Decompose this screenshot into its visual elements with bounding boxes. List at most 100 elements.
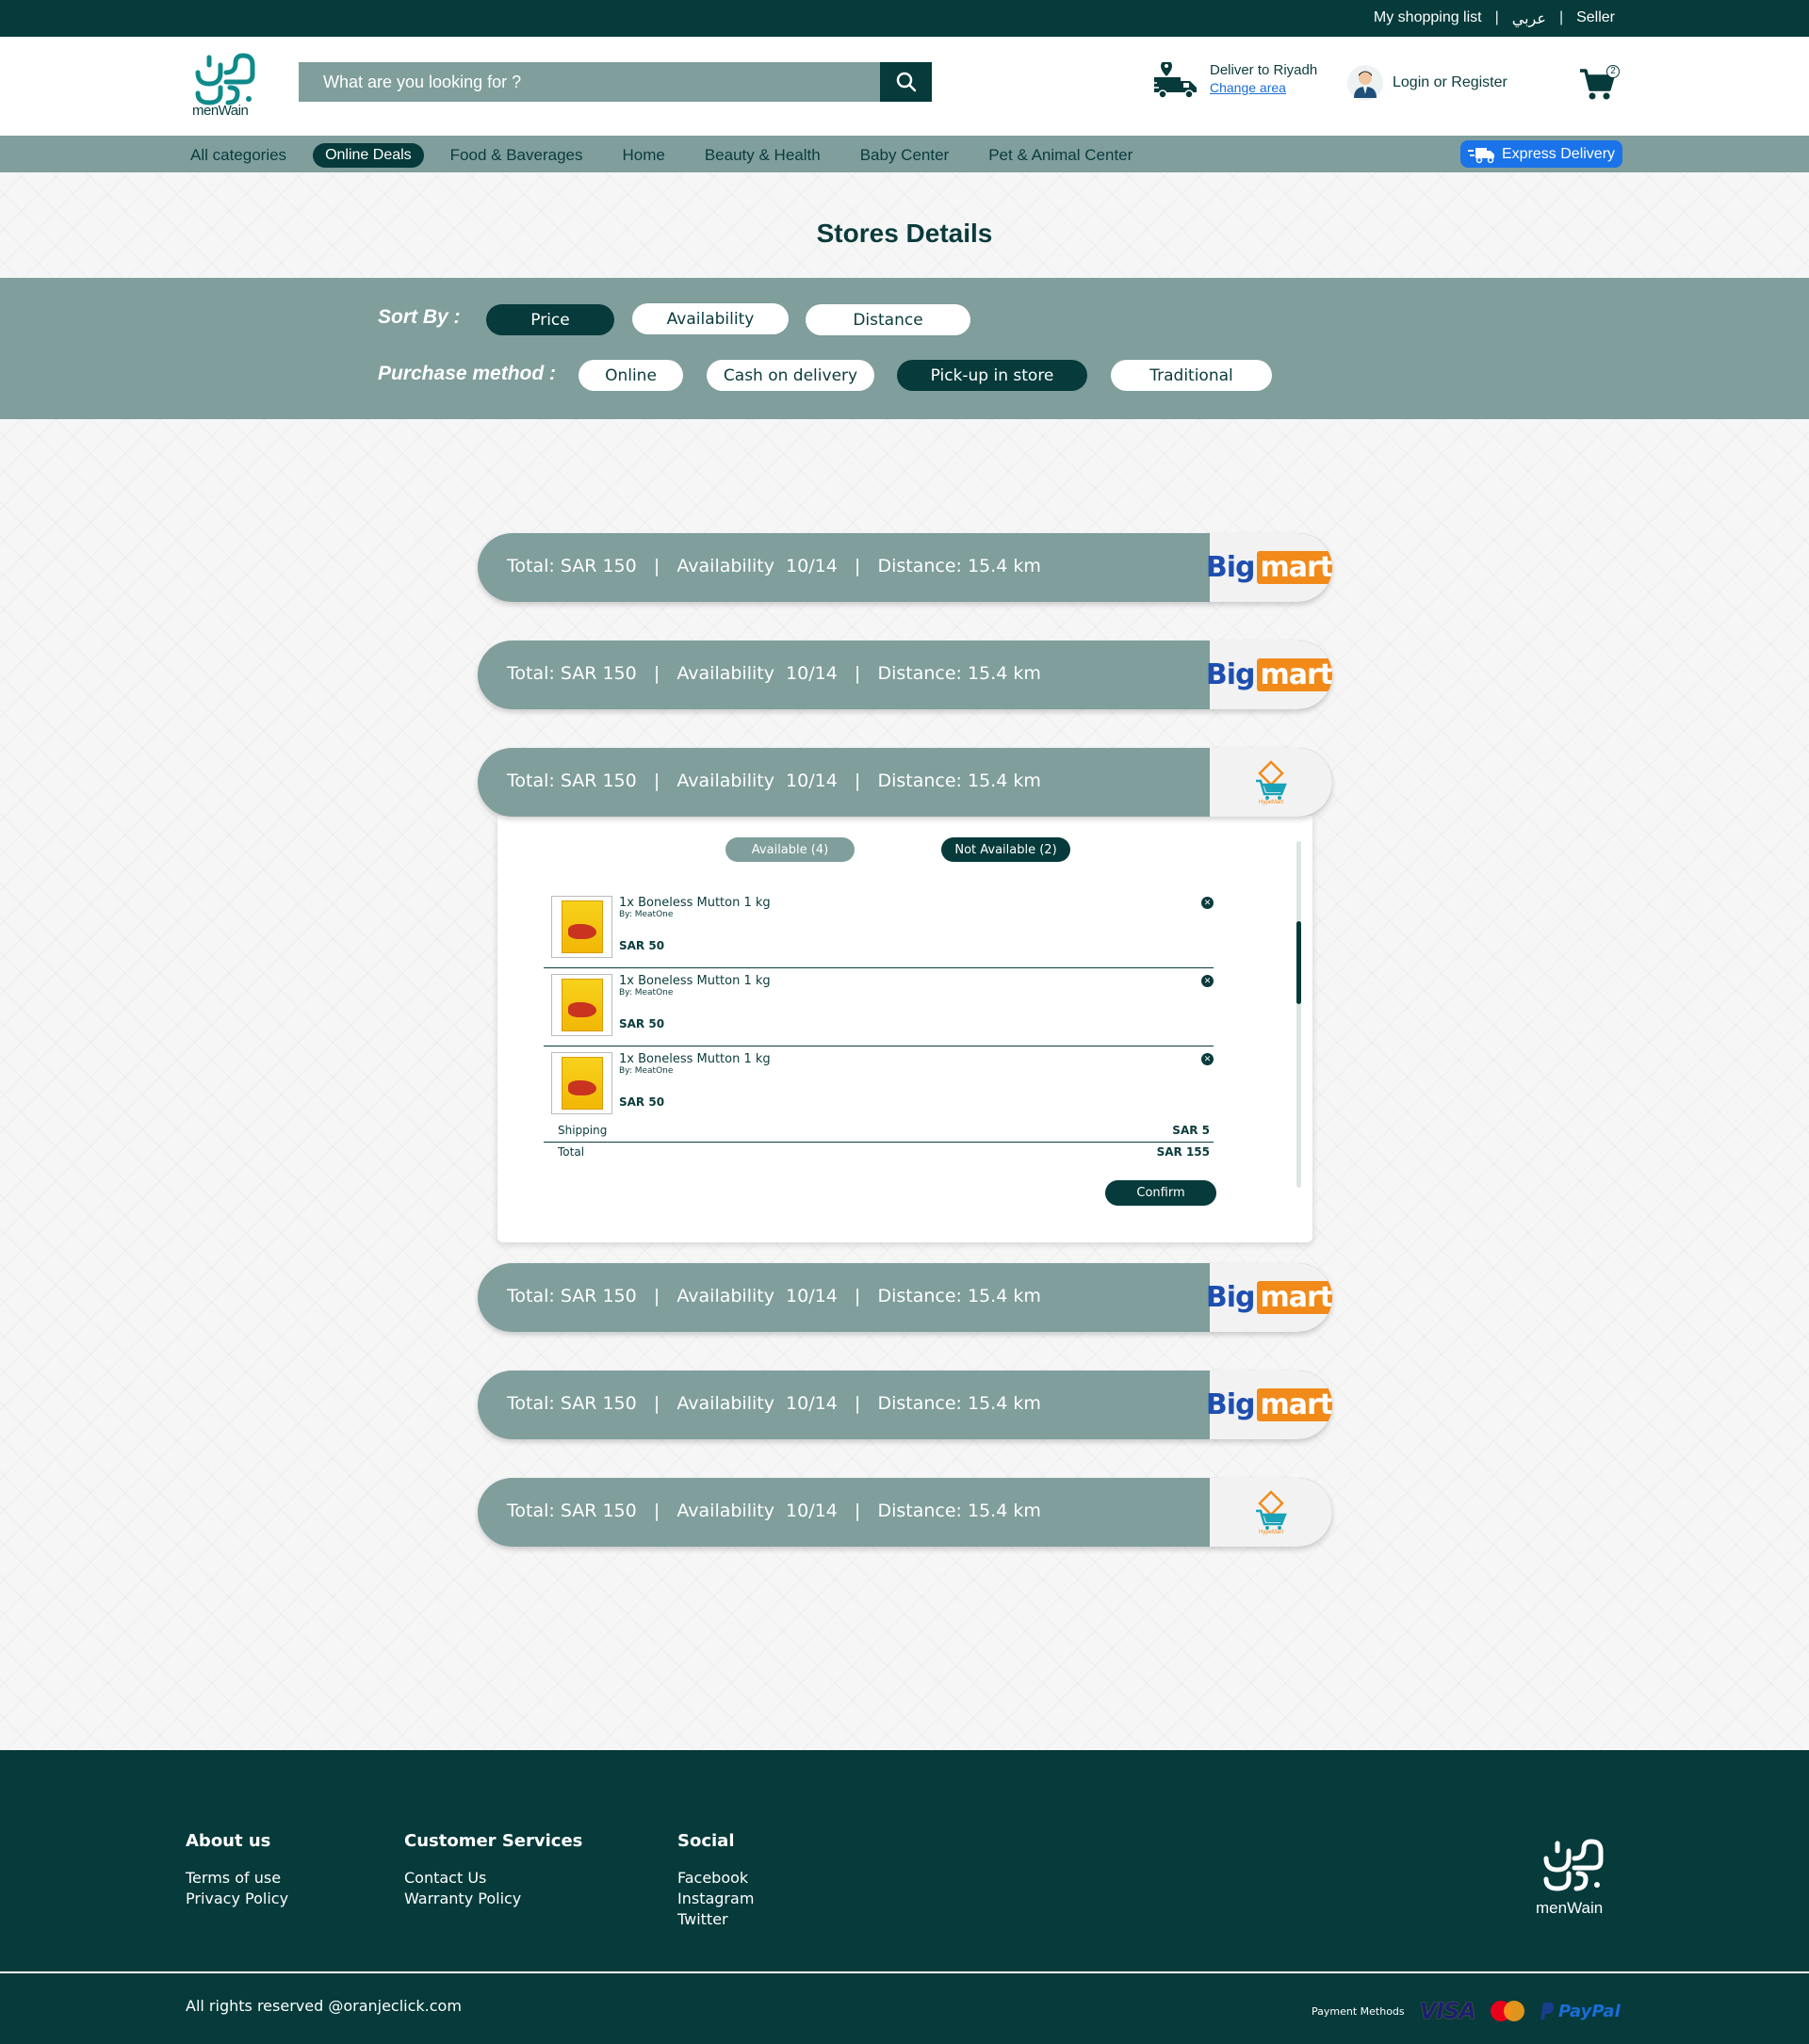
hypermart-caption: HypeMart (1258, 1529, 1283, 1535)
header: menWain Deliver to Riyadh Change area (0, 37, 1809, 136)
purchase-online-button[interactable]: Online (579, 360, 683, 391)
footer-link-warranty[interactable]: Warranty Policy (404, 1889, 582, 1909)
search-icon (896, 72, 916, 92)
store-row[interactable]: Total: SAR 150 | Availability 10/14 | Di… (478, 1371, 1332, 1439)
purchase-cash-on-delivery-button[interactable]: Cash on delivery (707, 360, 874, 391)
shipping-row: Shipping SAR 5 (544, 1122, 1214, 1143)
footer-logo[interactable]: menWain (1534, 1830, 1615, 1917)
footer-link-instagram[interactable]: Instagram (677, 1889, 754, 1909)
footer-logo-wordmark: menWain (1536, 1899, 1604, 1917)
top-bar: My shopping list | عربي | Seller (0, 0, 1809, 37)
tab-available[interactable]: Available (4) (725, 837, 855, 862)
express-delivery-button[interactable]: Express Delivery (1460, 140, 1623, 168)
bigmart-logo: Big mart (1206, 1388, 1332, 1421)
separator: | (854, 1393, 861, 1414)
mastercard-logo (1491, 2001, 1525, 2021)
store-row-expanded[interactable]: Total: SAR 150 | Availability 10/14 | Di… (478, 748, 1332, 817)
scrollbar-thumb[interactable] (1296, 921, 1301, 1004)
nav-home[interactable]: Home (609, 142, 677, 169)
search-input[interactable] (299, 62, 880, 102)
store-summary: Total: SAR 150 | Availability 10/14 | Di… (507, 771, 1041, 791)
shipping-label: Shipping (558, 1124, 608, 1137)
search-button[interactable] (880, 62, 932, 102)
my-shopping-list-link[interactable]: My shopping list (1374, 9, 1482, 28)
product-thumbnail (551, 896, 612, 958)
nav-baby-center[interactable]: Baby Center (847, 142, 963, 169)
store-summary: Total: SAR 150 | Availability 10/14 | Di… (507, 556, 1041, 576)
footer-heading: About us (186, 1831, 271, 1851)
product-vendor: By: MeatOne (619, 910, 674, 919)
store-distance: Distance: 15.4 km (877, 771, 1041, 791)
store-total: Total: SAR 150 (507, 1286, 637, 1306)
footer-link-twitter[interactable]: Twitter (677, 1909, 754, 1930)
remove-item-icon[interactable]: ✕ (1201, 897, 1214, 909)
store-row[interactable]: Total: SAR 150 | Availability 10/14 | Di… (478, 1478, 1332, 1547)
footer-social-column: Social Facebook Instagram Twitter (677, 1831, 754, 1930)
login-register[interactable]: Login or Register (1347, 65, 1508, 101)
store-row[interactable]: Total: SAR 150 | Availability 10/14 | Di… (478, 1263, 1332, 1332)
product-name: 1x Boneless Mutton 1 kg (619, 1052, 771, 1066)
nav-beauty-health[interactable]: Beauty & Health (692, 142, 834, 169)
store-summary: Total: SAR 150 | Availability 10/14 | Di… (507, 663, 1041, 684)
purchase-traditional-button[interactable]: Traditional (1111, 360, 1272, 391)
store-logo: Big mart (1206, 641, 1332, 709)
page-title: Stores Details (816, 219, 993, 248)
separator: | (854, 771, 861, 791)
product-price: SAR 50 (619, 939, 665, 952)
purchase-pickup-in-store-button[interactable]: Pick-up in store (897, 360, 1087, 391)
paypal-icon (1540, 2003, 1555, 2020)
delivery-location: Deliver to Riyadh Change area (1151, 62, 1317, 100)
site-logo[interactable]: menWain (188, 44, 264, 125)
sort-availability-button[interactable]: Availability (632, 303, 789, 334)
remove-item-icon[interactable]: ✕ (1201, 1053, 1214, 1065)
remove-item-icon[interactable]: ✕ (1201, 975, 1214, 987)
sort-price-button[interactable]: Price (486, 304, 614, 335)
express-delivery-label: Express Delivery (1502, 145, 1616, 162)
tab-not-available[interactable]: Not Available (2) (941, 837, 1070, 862)
footer-link-privacy[interactable]: Privacy Policy (186, 1889, 288, 1909)
store-row[interactable]: Total: SAR 150 | Availability 10/14 | Di… (478, 641, 1332, 709)
cart-item: 1x Boneless Mutton 1 kg By: MeatOne SAR … (544, 890, 1214, 968)
store-availability: Availability 10/14 (676, 1286, 838, 1306)
separator: | (854, 1286, 861, 1306)
bigmart-logo: Big mart (1206, 658, 1332, 691)
language-arabic-link[interactable]: عربي (1512, 9, 1546, 28)
logo-mark-icon (195, 53, 255, 105)
store-availability: Availability 10/14 (676, 1393, 838, 1414)
copyright-text: All rights reserved @oranjeclick.com (186, 1997, 462, 2015)
product-thumbnail (551, 1052, 612, 1114)
product-vendor: By: MeatOne (619, 988, 674, 998)
footer-heading: Social (677, 1831, 735, 1851)
store-detail-panel: Available (4) Not Available (2) 1x Bonel… (497, 816, 1312, 1242)
store-summary: Total: SAR 150 | Availability 10/14 | Di… (507, 1286, 1041, 1306)
shipping-value: SAR 5 (1172, 1124, 1210, 1137)
delivery-truck-icon (1151, 62, 1197, 99)
product-vendor: By: MeatOne (619, 1066, 674, 1076)
nav-pet-animal-center[interactable]: Pet & Animal Center (975, 142, 1146, 169)
store-row[interactable]: Total: SAR 150 | Availability 10/14 | Di… (478, 533, 1332, 602)
footer-link-terms[interactable]: Terms of use (186, 1868, 288, 1889)
confirm-button[interactable]: Confirm (1105, 1180, 1216, 1206)
scrollbar-track[interactable] (1296, 841, 1301, 1188)
user-avatar-icon (1347, 65, 1383, 101)
total-label: Total (558, 1145, 585, 1159)
nav-online-deals[interactable]: Online Deals (313, 143, 424, 168)
store-logo: Big mart (1206, 1371, 1332, 1439)
footer-link-contact[interactable]: Contact Us (404, 1868, 582, 1889)
payment-methods-label: Payment Methods (1312, 2004, 1405, 2018)
deliver-to-label: Deliver to Riyadh (1210, 62, 1318, 78)
separator: | (653, 1286, 660, 1306)
visa-logo: VISA (1419, 1998, 1476, 2024)
separator: | (854, 556, 861, 576)
sort-distance-button[interactable]: Distance (806, 304, 970, 335)
store-logo: HypeMart (1210, 1478, 1332, 1547)
store-availability: Availability 10/14 (676, 771, 838, 791)
product-price: SAR 50 (619, 1095, 665, 1109)
cart-button[interactable]: 2 (1578, 65, 1620, 103)
footer-link-facebook[interactable]: Facebook (677, 1868, 754, 1889)
separator: | (653, 556, 660, 576)
nav-food-baverages[interactable]: Food & Baverages (437, 142, 596, 169)
nav-all-categories[interactable]: All categories (190, 142, 300, 169)
change-area-link[interactable]: Change area (1210, 79, 1317, 96)
seller-link[interactable]: Seller (1576, 9, 1615, 28)
